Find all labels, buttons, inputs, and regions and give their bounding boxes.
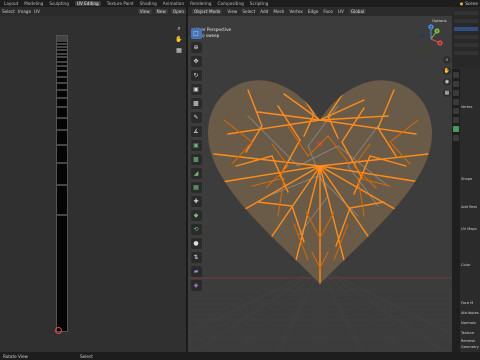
material-tab-icon[interactable] [453, 135, 459, 141]
scale-icon[interactable]: ▣ [190, 84, 202, 95]
2d-cursor-icon[interactable] [55, 327, 62, 334]
tab-compositing[interactable]: Compositing [218, 1, 244, 6]
zoom-icon[interactable]: ⌕ [443, 56, 451, 64]
menu-face[interactable]: Face [323, 9, 332, 14]
open-image-button[interactable]: Open [170, 9, 186, 14]
tab-modeling[interactable]: Modeling [24, 1, 43, 6]
outliner-row[interactable] [454, 11, 478, 15]
outliner-row-selected[interactable] [454, 27, 478, 31]
scene-selector[interactable]: ● Scene [460, 0, 478, 7]
poly-build-icon[interactable]: ◆ [190, 210, 202, 221]
tab-animation[interactable]: Animation [163, 1, 184, 6]
uv-menu-select[interactable]: Select [2, 9, 15, 14]
outliner-row[interactable] [454, 51, 478, 55]
loop-cut-icon[interactable]: ▦ [190, 182, 202, 193]
uv-editor-header: Select Image UV View New Open [0, 7, 186, 16]
bevel-icon[interactable]: ◢ [190, 168, 202, 179]
uv-islands-graphic [56, 35, 68, 332]
grid-icon[interactable]: ▦ [175, 46, 184, 55]
uv-menu-image[interactable]: Image [18, 9, 31, 14]
menu-vertex[interactable]: Vertex [289, 9, 302, 14]
prop-row-face-maps[interactable]: Face M [461, 299, 480, 306]
inset-icon[interactable]: ▩ [190, 154, 202, 165]
menu-add[interactable]: Add [260, 9, 268, 14]
shear-icon[interactable]: ▰ [190, 266, 202, 277]
mode-dropdown[interactable]: Object Mode [192, 9, 223, 14]
tab-rendering[interactable]: Rendering [190, 1, 211, 6]
zoom-icon[interactable]: ⌕ [175, 24, 184, 33]
tab-shading[interactable]: Shading [140, 1, 157, 6]
prop-row-geometry[interactable]: Geometry [461, 343, 480, 350]
3d-viewport[interactable]: User Perspective (85) sweep □ ⊕ ✥ ↻ ▣ ▩ … [188, 16, 452, 352]
viewport-scene [188, 80, 452, 352]
axis-gizmo[interactable]: X Y Z [416, 24, 446, 54]
menu-edge[interactable]: Edge [308, 9, 319, 14]
outliner-row[interactable] [454, 19, 478, 23]
status-middle: Select [79, 353, 93, 359]
status-bar: Rotate View Select [0, 352, 480, 360]
object-tab-icon[interactable] [453, 108, 459, 114]
shrink-icon[interactable]: ⇅ [190, 252, 202, 263]
output-tab-icon[interactable] [453, 90, 459, 96]
uv-view-button[interactable]: View [137, 9, 152, 14]
camera-icon[interactable]: ◉ [443, 78, 451, 86]
properties-editor: Vertex Shape Add Rest UV Maps Color Face… [452, 7, 480, 352]
uv-editor-canvas[interactable] [0, 16, 186, 352]
measure-icon[interactable]: ∡ [190, 126, 202, 137]
prop-row-uv-maps[interactable]: UV Maps [461, 225, 480, 232]
hand-icon[interactable]: ✋ [443, 67, 451, 75]
render-tab-icon[interactable] [453, 81, 459, 87]
prop-row-add-rest[interactable]: Add Rest [461, 203, 480, 210]
tab-texture-paint[interactable]: Texture Paint [107, 1, 134, 6]
menu-uv[interactable]: UV [338, 9, 344, 14]
scene-tab-icon[interactable] [453, 99, 459, 105]
select-box-icon[interactable]: □ [190, 28, 202, 39]
menu-select[interactable]: Select [242, 9, 255, 14]
uv-nav-gizmo: ⌕ ✋ ▦ [174, 24, 184, 68]
scene-icon: ● [459, 1, 464, 6]
menu-view[interactable]: View [227, 9, 237, 14]
data-tab-icon[interactable] [453, 126, 459, 132]
spin-icon[interactable]: ⟲ [190, 224, 202, 235]
options-button[interactable]: Options [432, 18, 447, 23]
modifier-tab-icon[interactable] [453, 117, 459, 123]
scene-label: Scene [465, 1, 478, 6]
prop-row-attributes[interactable]: Attributes [461, 309, 480, 316]
properties-tabs [452, 69, 460, 352]
tab-sculpting[interactable]: Sculpting [49, 1, 69, 6]
prop-row-vertex[interactable]: Vertex [461, 103, 480, 110]
move-icon[interactable]: ✥ [190, 56, 202, 67]
prop-row-normals[interactable]: Normals [461, 319, 480, 326]
viewport-header: Object Mode View Select Add Mesh Vertex … [188, 7, 452, 16]
status-left: Rotate View [3, 353, 28, 359]
outliner[interactable] [452, 7, 480, 67]
uv-layout-strip [56, 35, 68, 332]
cursor-tool-icon[interactable]: ⊕ [190, 42, 202, 53]
workspace-tabs: Layout Modeling Sculpting UV Editing Tex… [0, 0, 480, 7]
new-image-button[interactable]: New [154, 9, 168, 14]
view-nav-buttons: ⌕ ✋ ◉ ▦ [443, 56, 451, 97]
toolbar: □ ⊕ ✥ ↻ ▣ ▩ ✎ ∡ ▣ ▩ ◢ ▦ ✚ ◆ ⟲ ● ⇅ ▰ ◈ [189, 28, 203, 291]
prop-row-shape[interactable]: Shape [461, 175, 480, 182]
rip-icon[interactable]: ◈ [190, 280, 202, 291]
transform-orientation[interactable]: Global [348, 9, 367, 14]
menu-mesh[interactable]: Mesh [273, 9, 284, 14]
tab-uv-editing[interactable]: UV Editing [74, 1, 101, 6]
transform-icon[interactable]: ▩ [190, 98, 202, 109]
smooth-icon[interactable]: ● [190, 238, 202, 249]
tool-tab-icon[interactable] [453, 72, 459, 78]
grid-icon[interactable]: ▦ [443, 89, 451, 97]
uv-menu-uv[interactable]: UV [34, 9, 40, 14]
tab-scripting[interactable]: Scripting [250, 1, 269, 6]
hand-icon[interactable]: ✋ [175, 35, 184, 44]
rotate-icon[interactable]: ↻ [190, 70, 202, 81]
knife-icon[interactable]: ✚ [190, 196, 202, 207]
prop-row-color[interactable]: Color [461, 261, 480, 268]
tab-layout[interactable]: Layout [4, 1, 18, 6]
prop-row-texture[interactable]: Texture [461, 329, 480, 336]
outliner-row[interactable] [454, 35, 478, 39]
extrude-icon[interactable]: ▣ [190, 140, 202, 151]
annotate-icon[interactable]: ✎ [190, 112, 202, 123]
outliner-row[interactable] [454, 43, 478, 47]
